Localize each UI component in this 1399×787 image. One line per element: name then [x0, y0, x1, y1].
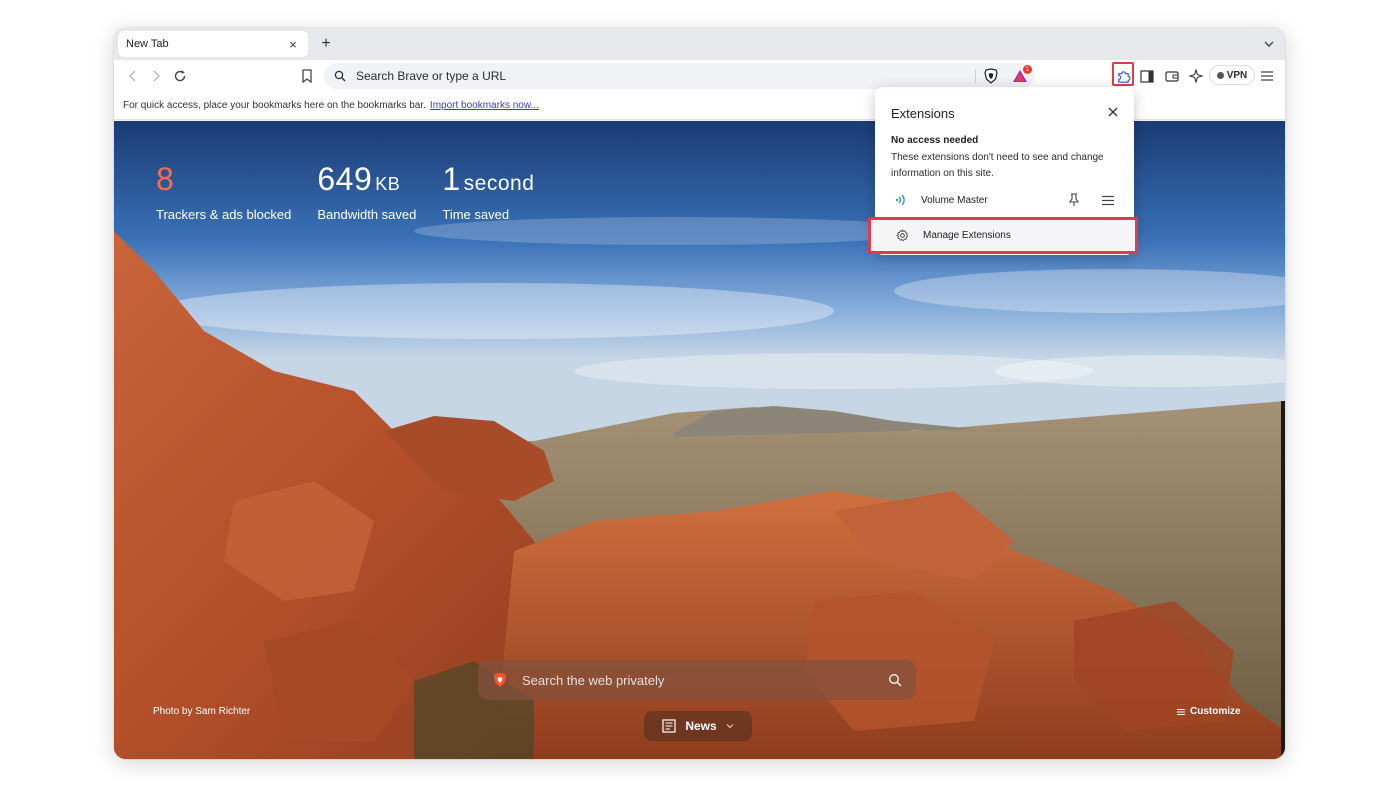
trackers-stat: 8 Trackers & ads blocked [156, 161, 291, 222]
newspaper-icon [662, 719, 676, 733]
sidebar-panel-icon [1140, 69, 1154, 83]
news-button[interactable]: News [644, 711, 752, 741]
address-bar[interactable] [324, 63, 1034, 89]
wallet-icon [1165, 70, 1179, 82]
manage-extensions-label: Manage Extensions [923, 230, 1011, 241]
extensions-button-highlight [1112, 62, 1134, 86]
import-bookmarks-link[interactable]: Import bookmarks now... [430, 100, 539, 111]
bookmarks-bar-message: For quick access, place your bookmarks h… [123, 100, 426, 111]
bandwidth-value: 649 [317, 161, 373, 197]
search-icon[interactable] [888, 673, 902, 687]
close-icon[interactable] [1106, 105, 1120, 119]
address-input[interactable] [356, 69, 956, 83]
pin-icon[interactable] [1066, 192, 1082, 208]
gear-icon [896, 229, 909, 242]
brave-rewards-button[interactable]: 1 [1009, 65, 1032, 87]
time-label: Time saved [442, 207, 510, 222]
privacy-stats: 8 Trackers & ads blocked 649 KB Bandwidth… [156, 161, 534, 222]
back-button[interactable] [122, 65, 144, 87]
brave-logo-icon [494, 673, 506, 687]
vpn-button[interactable]: VPN [1209, 65, 1255, 85]
customize-button[interactable]: Customize [1176, 706, 1241, 717]
photo-credit: Photo by Sam Richter [153, 706, 251, 717]
tab-close-icon[interactable]: × [286, 37, 300, 52]
rewards-badge: 1 [1023, 65, 1032, 74]
time-unit: second [463, 172, 535, 195]
vpn-status-icon [1216, 71, 1224, 79]
tab-strip: New Tab × + [114, 28, 1285, 60]
forward-button[interactable] [145, 65, 167, 87]
page-scrollbar[interactable] [1281, 401, 1285, 759]
ntp-search-box[interactable] [478, 660, 916, 700]
hamburger-menu-icon [1261, 71, 1273, 81]
forward-arrow-icon [153, 70, 160, 82]
tab-new-tab[interactable]: New Tab × [118, 31, 308, 57]
bookmark-button[interactable] [296, 65, 318, 87]
time-value: 1 [442, 161, 461, 197]
reload-icon [174, 70, 186, 82]
extension-name: Volume Master [921, 194, 988, 206]
no-access-section-desc: These extensions don't need to see and c… [891, 152, 1104, 179]
brave-shields-button[interactable] [980, 65, 1002, 87]
search-icon [334, 70, 346, 82]
trackers-label: Trackers & ads blocked [156, 207, 292, 222]
trackers-value: 8 [156, 161, 175, 197]
tab-search-chevron-icon[interactable] [1261, 36, 1277, 52]
extension-menu-icon[interactable] [1100, 192, 1116, 208]
extensions-popup-title: Extensions [891, 106, 955, 121]
no-access-section-title: No access needed [891, 135, 979, 146]
wallet-button[interactable] [1161, 65, 1183, 87]
vpn-label: VPN [1226, 69, 1248, 81]
new-tab-button[interactable]: + [316, 34, 336, 54]
back-arrow-icon [129, 70, 136, 82]
brave-lion-shield-icon [984, 68, 998, 84]
extension-item-volume-master[interactable]: Volume Master [875, 188, 1134, 212]
leo-ai-button[interactable] [1185, 65, 1207, 87]
tab-title: New Tab [126, 38, 169, 50]
sliders-icon [1177, 708, 1185, 715]
manage-extensions-button[interactable]: Manage Extensions [868, 217, 1138, 254]
customize-label: Customize [1190, 706, 1241, 717]
bookmark-icon [302, 69, 312, 83]
ntp-search-input[interactable] [522, 672, 888, 688]
sparkle-icon [1189, 69, 1203, 83]
news-label: News [685, 719, 717, 733]
volume-master-icon [895, 194, 905, 206]
sidebar-toggle-button[interactable] [1136, 65, 1158, 87]
chevron-down-icon [726, 724, 734, 729]
reload-button[interactable] [169, 65, 191, 87]
bandwidth-unit: KB [375, 174, 401, 194]
bandwidth-stat: 649 KB Bandwidth saved [317, 161, 416, 222]
time-stat: 1 second Time saved [442, 161, 534, 222]
bandwidth-label: Bandwidth saved [317, 207, 417, 222]
app-menu-button[interactable] [1256, 65, 1278, 87]
toolbar-separator [975, 69, 976, 83]
